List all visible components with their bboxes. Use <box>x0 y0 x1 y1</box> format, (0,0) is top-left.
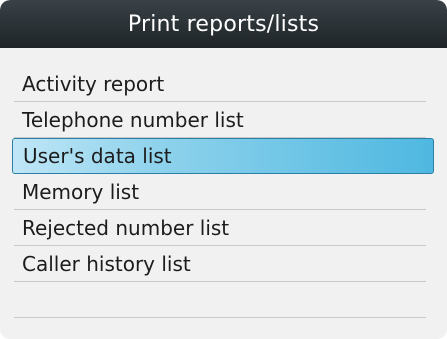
menu-item-telephone-number-list[interactable]: Telephone number list <box>14 102 426 138</box>
menu-item-caller-history-list[interactable]: Caller history list <box>14 246 426 282</box>
menu-item-users-data-list[interactable]: User's data list <box>12 138 434 174</box>
menu-list: Activity report Telephone number list Us… <box>0 66 447 339</box>
lcd-screen: Print reports/lists Activity report Tele… <box>0 0 447 339</box>
menu-item-memory-list[interactable]: Memory list <box>14 174 426 210</box>
menu-item-activity-report[interactable]: Activity report <box>14 66 426 102</box>
menu-item-label: Caller history list <box>22 251 191 276</box>
screen-title: Print reports/lists <box>127 11 320 37</box>
menu-item-label: Telephone number list <box>22 107 244 132</box>
menu-item-label: Memory list <box>22 179 140 204</box>
title-bar: Print reports/lists <box>0 0 447 48</box>
menu-item-rejected-number-list[interactable]: Rejected number list <box>14 210 426 246</box>
menu-item-label: Activity report <box>22 71 165 96</box>
menu-item-label: Rejected number list <box>22 215 230 240</box>
menu-item-label: User's data list <box>23 144 172 168</box>
menu-item-empty <box>14 282 426 318</box>
menu-item-empty <box>14 318 426 339</box>
